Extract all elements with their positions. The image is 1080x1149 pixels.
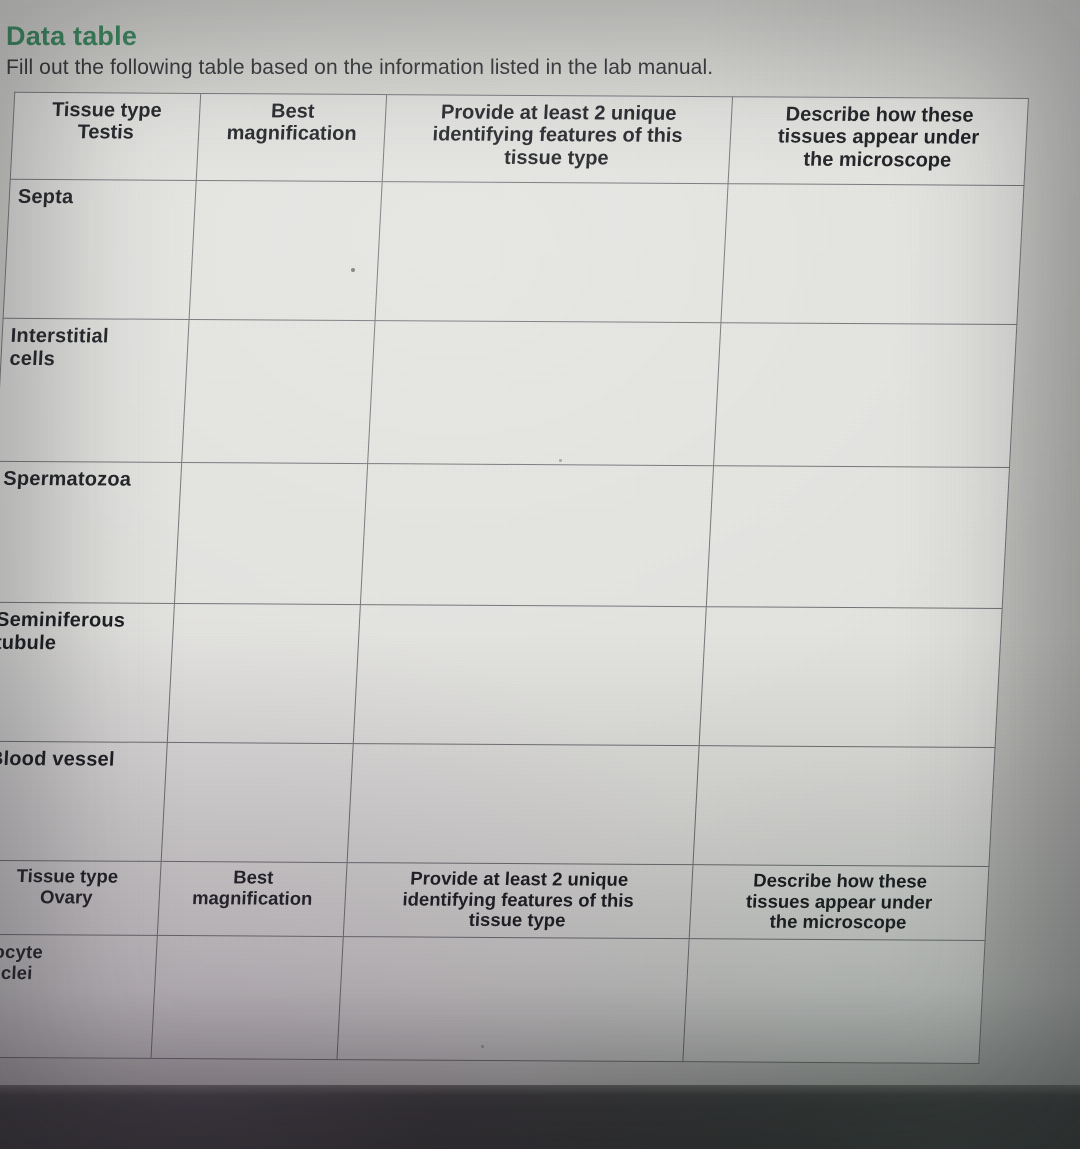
cell-septa-appearance[interactable] <box>720 183 1024 325</box>
heading-block: Data table Fill out the following table … <box>6 21 1026 80</box>
header-cell-tissue-type-testis: Tissue type Testis <box>10 92 201 181</box>
header-line: Tissue type <box>51 99 163 122</box>
cell-interstitial-magnification[interactable] <box>181 319 376 464</box>
cell-spermatozoa-features[interactable] <box>360 463 714 607</box>
header-line: magnification <box>226 122 358 146</box>
cell-septa-magnification[interactable] <box>189 180 383 321</box>
cell-interstitial-features[interactable] <box>367 320 721 466</box>
header-line: Best <box>232 866 274 888</box>
table-header-row-ovary: Tissue type Ovary Best magnification Pro… <box>0 860 989 941</box>
row-label-blood-vessel: Blood vessel <box>0 741 168 862</box>
header-line: tissues appear under <box>777 125 980 150</box>
cell-spermatozoa-magnification[interactable] <box>174 462 368 605</box>
header-line: identifying features of this <box>402 888 635 911</box>
row-label-oocyte-nuclei: Oocyte nuclei <box>0 934 158 1059</box>
header-cell-best-magnification-ovary: Best magnification <box>157 861 348 937</box>
row-label-line: Interstitial <box>10 324 110 348</box>
header-line: Describe how these <box>785 103 975 127</box>
header-line: magnification <box>191 886 313 909</box>
table-row: Oocyte nuclei <box>0 934 986 1064</box>
row-label-line: Oocyte <box>0 941 44 963</box>
instruction-text: Fill out the following table based on th… <box>6 56 714 80</box>
header-line: tissues appear under <box>745 890 933 913</box>
header-line: Describe how these <box>752 869 928 892</box>
row-label-line: cells <box>8 347 56 370</box>
cell-seminiferous-magnification[interactable] <box>167 603 361 744</box>
header-line: Best <box>270 100 316 123</box>
cell-septa-features[interactable] <box>375 181 729 323</box>
cell-oocyte-features[interactable] <box>336 936 690 1062</box>
row-label-septa: Septa <box>3 179 197 320</box>
header-line: Tissue type <box>16 865 119 887</box>
header-cell-identifying-features: Provide at least 2 unique identifying fe… <box>382 94 733 184</box>
row-label-seminiferous-tubule: Seminiferous tubule <box>0 602 175 743</box>
header-line: the microscope <box>802 148 952 172</box>
desk-surface-band <box>0 1085 1080 1149</box>
header-line: the microscope <box>769 911 907 933</box>
table-header-row-testis: Tissue type Testis Best magnification Pr… <box>10 92 1029 186</box>
header-cell-microscope-appearance: Describe how these tissues appear under … <box>728 96 1029 186</box>
cell-oocyte-appearance[interactable] <box>682 938 986 1064</box>
data-table-container: Tissue type Testis Best magnification Pr… <box>0 91 1029 1065</box>
table-row: Septa <box>3 179 1024 325</box>
header-line: tissue type <box>468 909 566 931</box>
table-row: Blood vessel <box>0 741 996 867</box>
row-label-interstitial-cells: Interstitial cells <box>0 318 190 463</box>
screenshot-root: Data table Fill out the following table … <box>0 0 1080 1149</box>
row-label-spermatozoa: Spermatozoa <box>0 461 182 604</box>
cell-seminiferous-appearance[interactable] <box>699 606 1003 748</box>
table-row: Spermatozoa <box>0 461 1010 609</box>
row-label-line: nuclei <box>0 962 34 984</box>
row-label-line: Seminiferous <box>0 608 126 632</box>
row-label-line: tubule <box>0 631 57 655</box>
header-line: tissue type <box>503 146 610 170</box>
page-title: Data table <box>6 21 138 51</box>
cell-blood-vessel-appearance[interactable] <box>692 745 996 867</box>
data-table: Tissue type Testis Best magnification Pr… <box>0 91 1029 1065</box>
header-line: identifying features of this <box>432 123 684 148</box>
header-line: Testis <box>76 121 135 144</box>
header-line: Provide at least 2 unique <box>440 101 678 125</box>
row-label-line: Spermatozoa <box>2 467 132 491</box>
header-line: Ovary <box>39 885 94 908</box>
row-label-line: Septa <box>17 185 74 209</box>
table-row: Seminiferous tubule <box>0 602 1003 748</box>
cell-blood-vessel-features[interactable] <box>347 743 700 865</box>
cell-blood-vessel-magnification[interactable] <box>161 742 354 863</box>
cell-seminiferous-features[interactable] <box>353 604 707 746</box>
header-cell-best-magnification: Best magnification <box>196 93 387 182</box>
cell-oocyte-magnification[interactable] <box>150 935 344 1060</box>
header-cell-tissue-type-ovary: Tissue type Ovary <box>0 860 162 936</box>
cell-spermatozoa-appearance[interactable] <box>706 465 1010 609</box>
header-cell-microscope-appearance-ovary: Describe how these tissues appear under … <box>689 864 989 941</box>
cell-interstitial-appearance[interactable] <box>713 322 1017 468</box>
row-label-line: Blood vessel <box>0 747 116 771</box>
table-row: Interstitial cells <box>0 318 1017 468</box>
header-cell-identifying-features-ovary: Provide at least 2 unique identifying fe… <box>343 862 693 939</box>
